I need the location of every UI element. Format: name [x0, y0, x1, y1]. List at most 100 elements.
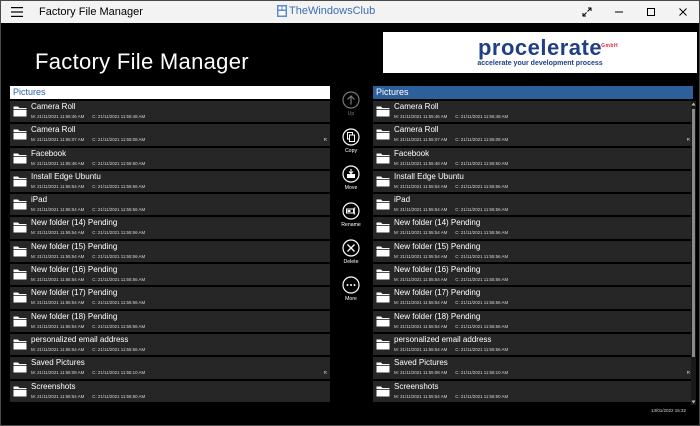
right-pane-scrollbar[interactable] — [691, 101, 696, 405]
folder-icon — [13, 362, 27, 373]
rename-button[interactable]: Rename — [337, 202, 365, 228]
folder-row[interactable]: Camera Roll M: 21/11/2021 11:55:46 AM C: 2… — [373, 101, 693, 123]
folder-row[interactable]: New folder (18) Pending M: 21/11/2021 11:… — [10, 310, 330, 332]
folder-timestamps: M: 21/11/2021 11:55:46 AM C: 21/11/2021 1… — [394, 114, 508, 119]
modified-date: M: 21/11/2021 11:55:48 AM — [31, 160, 85, 166]
folder-row[interactable]: Screenshots M: 21/11/2021 11:55:54 AM C: 2… — [10, 380, 330, 402]
folder-row[interactable]: iPad M: 21/11/2021 11:55:54 AM C: 21/11/20… — [10, 194, 330, 216]
folder-row[interactable]: personalized email address M: 21/11/2021 … — [373, 333, 693, 356]
folder-timestamps: M: 21/11/2021 11:55:54 AM C: 21/11/2021 1… — [31, 394, 145, 399]
folder-timestamps: M: 21/11/2021 11:55:54 AM C: 21/11/2021 1… — [31, 347, 145, 352]
folder-row[interactable]: Facebook M: 21/11/2021 11:55:48 AM C: 21/1… — [373, 147, 693, 169]
folder-icon — [13, 106, 27, 117]
created-date: C: 21/11/2021 11:55:56 AM — [92, 253, 146, 259]
folder-timestamps: M: 21/11/2021 11:55:54 AM C: 21/11/2021 1… — [31, 254, 145, 259]
folder-timestamps: M: 21/11/2021 11:55:54 AM C: 21/11/2021 1… — [394, 277, 508, 282]
folder-icon — [376, 153, 390, 164]
close-button[interactable] — [667, 1, 699, 23]
folder-icon — [376, 386, 390, 397]
folder-row[interactable]: New folder (18) Pending M: 21/11/2021 11:… — [373, 310, 693, 332]
arrow-up-icon — [342, 91, 360, 109]
folder-row[interactable]: Install Edge Ubuntu M: 21/11/2021 11:55:5… — [10, 170, 330, 193]
folder-icon — [376, 129, 390, 140]
folder-row[interactable]: New folder (15) Pending M: 21/11/2021 11:… — [373, 240, 693, 263]
folder-row[interactable]: personalized email address M: 21/11/2021 … — [10, 333, 330, 356]
left-pane-header[interactable]: Pictures — [10, 86, 330, 99]
folder-icon — [376, 106, 390, 117]
hamburger-icon — [11, 7, 23, 17]
created-date: C: 21/11/2021 11:55:08 AM — [92, 137, 146, 143]
folder-name: Camera Roll — [394, 125, 439, 135]
folder-timestamps: M: 21/11/2021 11:55:08 AM C: 21/11/2021 1… — [394, 370, 508, 375]
created-date: C: 21/11/2021 11:55:56 AM — [455, 253, 509, 259]
folder-row[interactable]: New folder (16) Pending M: 21/11/2021 11:… — [373, 264, 693, 286]
left-file-list: Camera Roll M: 21/11/2021 11:55:46 AM C: 2… — [10, 101, 330, 402]
folder-icon — [13, 129, 27, 140]
right-pane: Pictures Camera Roll M: 21/11/2021 11:55:… — [373, 86, 693, 404]
delete-label: Delete — [343, 259, 359, 265]
scroll-down-icon[interactable] — [691, 399, 696, 405]
created-date: C: 21/11/2021 11:55:48 AM — [455, 114, 509, 119]
folder-row[interactable]: Saved Pictures M: 21/11/2021 11:55:08 AM C… — [10, 357, 330, 379]
folder-row[interactable]: New folder (17) Pending M: 21/11/2021 11:… — [373, 287, 693, 309]
created-date: C: 21/11/2021 11:55:56 AM — [455, 346, 509, 352]
folder-name: New folder (16) Pending — [394, 265, 481, 275]
app-heading: Factory File Manager — [35, 49, 249, 74]
folder-timestamps: M: 21/11/2021 11:55:54 AM C: 21/11/2021 1… — [31, 277, 145, 282]
created-date: C: 21/11/2021 11:55:56 AM — [455, 183, 509, 189]
modified-date: M: 21/11/2021 11:55:54 AM — [394, 346, 448, 352]
folder-row[interactable]: New folder (15) Pending M: 21/11/2021 11:… — [10, 240, 330, 263]
folder-timestamps: M: 21/11/2021 11:55:48 AM C: 21/11/2021 1… — [31, 161, 145, 166]
banner-tagline: accelerate your development process — [477, 60, 603, 67]
folder-row[interactable]: New folder (14) Pending M: 21/11/2021 11:… — [10, 217, 330, 239]
delete-button[interactable]: Delete — [337, 239, 365, 265]
folder-timestamps: M: 21/11/2021 11:55:54 AM C: 21/11/2021 1… — [394, 347, 508, 352]
sponsor-banner[interactable]: procelerate GmbH accelerate your develop… — [383, 32, 697, 73]
folder-name: iPad — [31, 195, 48, 205]
app-window: Factory File Manager TheWindowsClub Fact… — [0, 0, 700, 426]
modified-date: M: 21/11/2021 11:55:54 AM — [394, 323, 448, 329]
folder-icon — [13, 246, 27, 257]
hamburger-menu-button[interactable] — [5, 1, 29, 23]
folder-row[interactable]: Facebook M: 21/11/2021 11:55:48 AM C: 21/1… — [10, 147, 330, 169]
move-button[interactable]: Move — [337, 165, 365, 191]
folder-row[interactable]: Saved Pictures M: 21/11/2021 11:55:08 AM C… — [373, 357, 693, 379]
created-date: C: 21/11/2021 11:55:50 AM — [92, 160, 146, 166]
created-date: C: 21/11/2021 11:55:56 AM — [455, 300, 509, 306]
folder-row[interactable]: New folder (17) Pending M: 21/11/2021 11:… — [10, 287, 330, 309]
created-date: C: 21/11/2021 11:55:56 AM — [92, 277, 146, 283]
rename-label: Rename — [341, 222, 361, 228]
folder-icon — [376, 222, 390, 233]
scroll-up-icon[interactable] — [691, 101, 696, 107]
folder-row[interactable]: Camera Roll M: 21/11/2021 11:55:46 AM C: 2… — [10, 101, 330, 123]
folder-row[interactable]: Camera Roll M: 21/11/2021 11:55:07 AM C: 2… — [10, 124, 330, 146]
up-button[interactable]: Up — [337, 91, 365, 117]
right-pane-header[interactable]: Pictures — [373, 86, 693, 99]
folder-row[interactable]: iPad M: 21/11/2021 11:55:54 AM C: 21/11/20… — [373, 194, 693, 216]
banner-gmbh: GmbH — [601, 43, 619, 49]
created-date: C: 21/11/2021 11:55:56 AM — [92, 230, 146, 236]
folder-row[interactable]: New folder (14) Pending M: 21/11/2021 11:… — [373, 217, 693, 239]
scrollbar-thumb[interactable] — [692, 109, 695, 357]
folder-timestamps: M: 21/11/2021 11:55:54 AM C: 21/11/2021 1… — [394, 324, 508, 329]
minimize-button[interactable] — [603, 1, 635, 23]
modified-date: M: 21/11/2021 11:55:54 AM — [394, 253, 448, 259]
folder-row[interactable]: Camera Roll M: 21/11/2021 11:55:07 AM C: 2… — [373, 124, 693, 146]
folder-row[interactable]: Install Edge Ubuntu M: 21/11/2021 11:55:5… — [373, 170, 693, 193]
readonly-flag: R — [686, 370, 690, 376]
created-date: C: 21/11/2021 11:55:08 AM — [455, 137, 509, 143]
move-icon — [342, 165, 360, 183]
maximize-button[interactable] — [635, 1, 667, 23]
copy-button[interactable]: Copy — [337, 128, 365, 154]
modified-date: M: 21/11/2021 11:55:54 AM — [394, 183, 448, 189]
modified-date: M: 21/11/2021 11:55:07 AM — [394, 137, 448, 143]
modified-date: M: 21/11/2021 11:55:08 AM — [31, 370, 85, 376]
folder-row[interactable]: Screenshots M: 21/11/2021 11:55:54 AM C: 2… — [373, 380, 693, 402]
folder-name: Install Edge Ubuntu — [31, 171, 101, 181]
more-button[interactable]: More — [337, 276, 365, 302]
modified-date: M: 21/11/2021 11:55:54 AM — [31, 323, 85, 329]
fullscreen-button[interactable] — [571, 1, 603, 23]
folder-row[interactable]: New folder (16) Pending M: 21/11/2021 11:… — [10, 264, 330, 286]
modified-date: M: 21/11/2021 11:55:07 AM — [31, 137, 85, 143]
expand-icon — [582, 7, 592, 17]
